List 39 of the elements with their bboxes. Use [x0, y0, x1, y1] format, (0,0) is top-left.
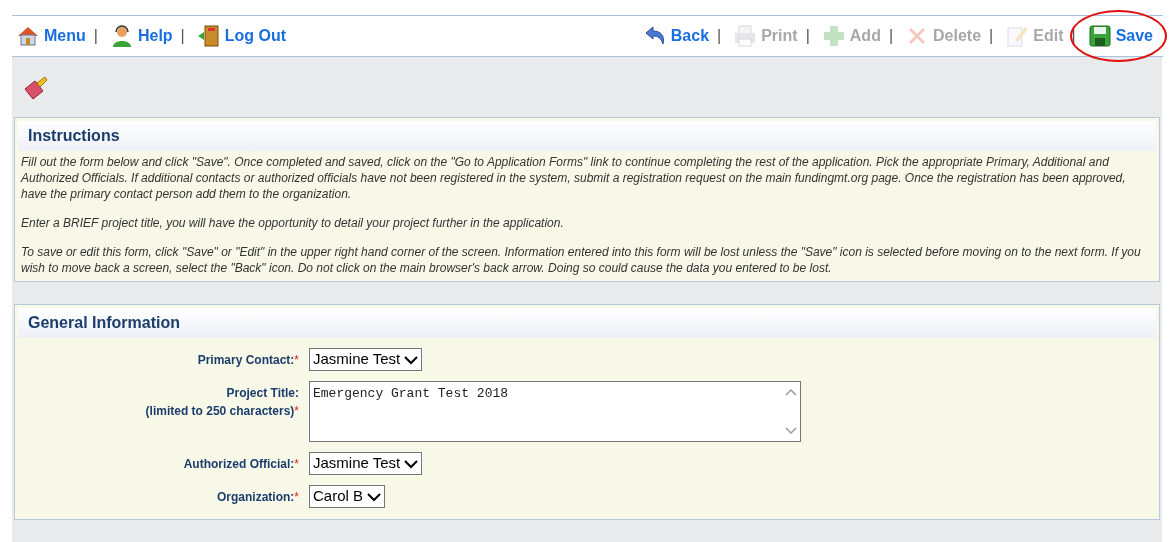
house-icon — [16, 24, 40, 48]
separator: | — [887, 26, 895, 46]
field-label: Primary Contact: — [197, 352, 295, 369]
separator: | — [988, 26, 995, 46]
field-note: (limited to 250 characters) — [145, 403, 295, 420]
scroll-up-icon[interactable] — [785, 388, 797, 396]
panel-title: Instructions — [28, 127, 120, 144]
field-label: Project Title: — [226, 385, 299, 402]
chevron-down-icon — [404, 458, 419, 469]
chevron-down-icon — [367, 491, 382, 502]
scroll-down-icon[interactable] — [785, 427, 797, 435]
chevron-down-icon — [404, 354, 419, 365]
save-link[interactable]: Save — [1083, 24, 1157, 48]
separator: | — [92, 26, 99, 46]
document-pencil-icon — [1005, 24, 1030, 48]
field-label: Organization: — [217, 489, 295, 506]
plus-icon — [821, 24, 846, 48]
required-mark: * — [294, 489, 299, 506]
logout-link[interactable]: Log Out — [192, 24, 291, 48]
required-mark: * — [294, 456, 299, 473]
separator: | — [804, 26, 811, 46]
separator: | — [716, 26, 723, 46]
dropdown[interactable]: Jasmine Test — [309, 452, 423, 475]
text-area[interactable]: Emergency Grant Test 2018 — [309, 381, 801, 442]
help-link[interactable]: Help — [105, 24, 177, 48]
printer-icon — [733, 24, 758, 48]
field-label: Authorized Official: — [183, 456, 295, 473]
instruction-paragraph: Fill out the form below and click "Save". Once completed and saved, click on the "Go to Application Forms" link to continue completing the rest of the application. Pick the appropriate Primary, Additional and Authorized Officials. If additional contacts or authorized officials have not been registered in the system, submit a registration request on the main fundingmt.org page. Once the registration has been approved, have the primary contact person add them to the organization. — [21, 154, 1127, 202]
required-mark: * — [294, 403, 299, 420]
menu-link[interactable]: Menu — [12, 24, 90, 48]
door-icon — [196, 24, 221, 48]
instruction-paragraph: To save or edit this form, click "Save" or "Edit" in the upper right hand corner of the screen. Information entered into this form will be lost unless the "Save" icon is selected before moving on to the next form. If you wish to move back a screen, select the "Back" icon. Do not click on the main browser's back arrow. Doing so could cause the data you entered to be lost. — [21, 244, 1142, 276]
dropdown[interactable]: Carol B — [309, 485, 386, 508]
required-mark: * — [294, 352, 299, 369]
dropdown[interactable]: Jasmine Test — [309, 348, 423, 371]
separator: | — [179, 26, 186, 46]
instruction-paragraph: Enter a BRIEF project title, you will have the opportunity to detail your project further in the application. — [21, 215, 565, 231]
back-link[interactable]: Back — [638, 24, 714, 48]
panel-title: General Information — [28, 314, 181, 331]
